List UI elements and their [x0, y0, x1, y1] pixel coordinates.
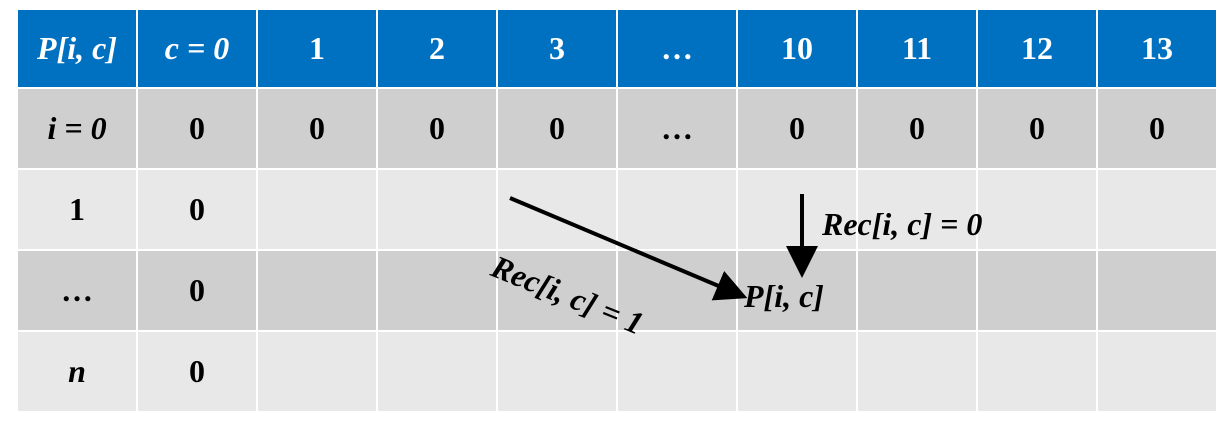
header-corner-cell: P[i, c]	[16, 8, 138, 89]
dp-table: P[i, c] c = 0 1 2 3… 10 11 12 13 i = 0 0 0 0 0… 0 0 0 0 1…	[16, 8, 1218, 413]
column-header: 10	[736, 8, 858, 89]
table-cell: 0	[736, 87, 858, 170]
column-header: …	[616, 8, 738, 89]
table-cell: 0	[136, 87, 258, 170]
row-label: n	[16, 330, 138, 413]
column-header: 2	[376, 8, 498, 89]
table-body: i = 0 0 0 0 0… 0 0 0 0 1 0… 0 n 0	[16, 87, 1218, 413]
header-row: P[i, c] c = 0 1 2 3… 10 11 12 13	[16, 8, 1218, 89]
table-cell	[976, 330, 1098, 413]
table-cell	[496, 168, 618, 251]
table-row: 10	[16, 168, 1218, 251]
table-cell: 0	[136, 249, 258, 332]
table-cell	[1096, 249, 1218, 332]
table-cell	[256, 249, 378, 332]
table-cell: 0	[496, 87, 618, 170]
column-header: 12	[976, 8, 1098, 89]
table-cell	[976, 249, 1098, 332]
target-cell-label: P[i, c]	[744, 278, 824, 314]
table-cell	[376, 168, 498, 251]
table-cell	[376, 330, 498, 413]
table-cell: 0	[856, 87, 978, 170]
table-cell: 0	[256, 87, 378, 170]
table-cell	[1096, 168, 1218, 251]
table-cell: 0	[976, 87, 1098, 170]
table-cell	[256, 330, 378, 413]
table-cell	[736, 330, 858, 413]
down-arrow-label: Rec[i, c] = 0	[822, 206, 983, 242]
table-row: i = 0 0 0 0 0… 0 0 0 0	[16, 87, 1218, 170]
table-cell	[616, 330, 738, 413]
table-cell	[976, 168, 1098, 251]
table-cell	[376, 249, 498, 332]
column-header: 3	[496, 8, 618, 89]
table-cell	[1096, 330, 1218, 413]
table-cell: 0	[1096, 87, 1218, 170]
column-header: 1	[256, 8, 378, 89]
table-cell: 0	[136, 168, 258, 251]
table-cell	[616, 168, 738, 251]
table-row: n0	[16, 330, 1218, 413]
table-cell	[856, 330, 978, 413]
column-header: 13	[1096, 8, 1218, 89]
table-cell	[256, 168, 378, 251]
column-header: c = 0	[136, 8, 258, 89]
row-label: …	[16, 249, 138, 332]
table-cell: …	[616, 87, 738, 170]
table-cell	[496, 330, 618, 413]
row-label: i = 0	[16, 87, 138, 170]
table-cell	[856, 249, 978, 332]
column-header: 11	[856, 8, 978, 89]
table-cell: 0	[136, 330, 258, 413]
table-cell: 0	[376, 87, 498, 170]
row-label: 1	[16, 168, 138, 251]
